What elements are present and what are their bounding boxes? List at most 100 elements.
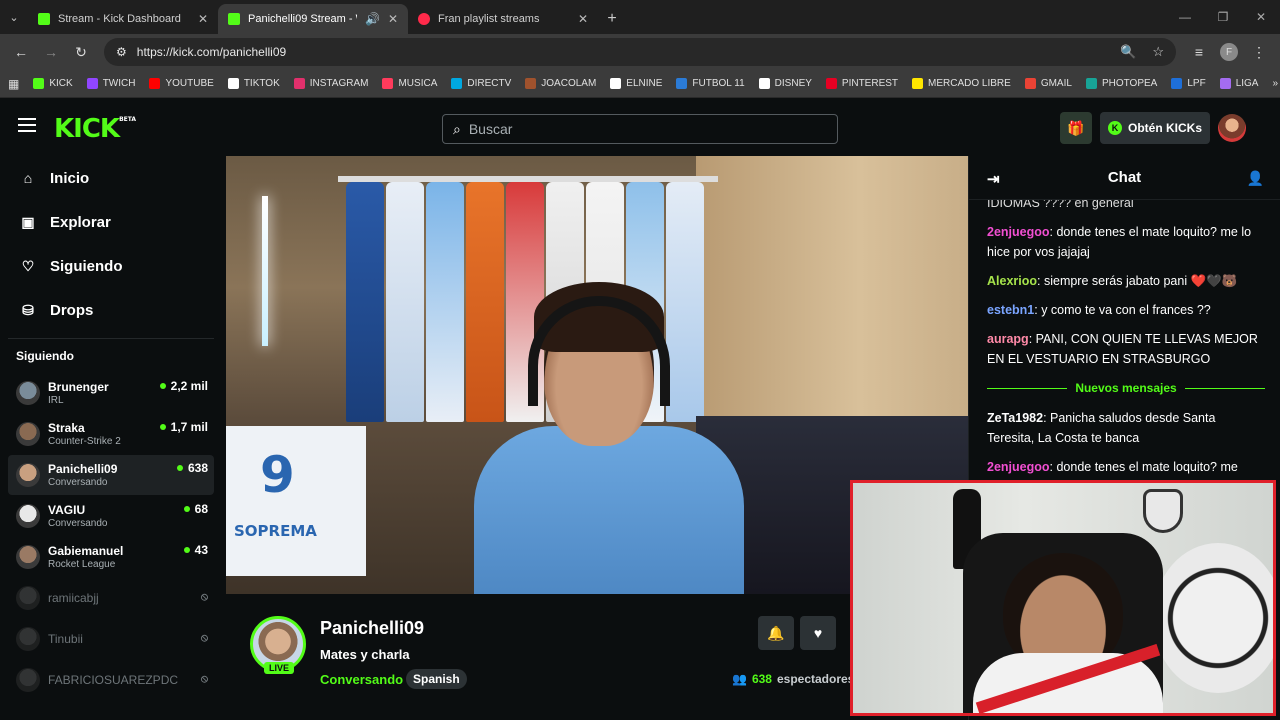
collapse-chat-icon[interactable]: ⇥ xyxy=(987,170,1000,188)
close-tab-icon[interactable]: ✕ xyxy=(388,12,398,26)
browser-tab-playlist[interactable]: Fran playlist streams ✕ xyxy=(408,4,598,34)
window-controls: — ❐ ✕ xyxy=(1166,0,1280,34)
bookmark-label: TIKTOK xyxy=(243,78,280,89)
live-badge: LIVE xyxy=(264,662,295,674)
channel-viewers: 1,7 mil xyxy=(159,420,208,434)
sidebar-channel[interactable]: Brunenger IRL 2,2 mil xyxy=(8,373,214,413)
bookmark-item[interactable]: YOUTUBE xyxy=(149,78,214,89)
bookmark-item[interactable]: MERCADO LIBRE xyxy=(912,78,1011,89)
streamer-name[interactable]: Panichelli09 xyxy=(320,618,424,639)
bookmark-favicon-icon xyxy=(293,78,305,89)
browser-tab-bar: ⌄ Stream - Kick Dashboard ✕ Panichelli09… xyxy=(0,0,1280,34)
close-tab-icon[interactable]: ✕ xyxy=(198,12,208,26)
chat-username[interactable]: ZeTa1982 xyxy=(987,411,1043,425)
forward-icon[interactable]: → xyxy=(38,39,64,65)
bookmark-item[interactable]: LIGA xyxy=(1219,78,1258,89)
reload-icon[interactable]: ↻ xyxy=(68,39,94,65)
user-avatar[interactable] xyxy=(1218,114,1246,142)
chat-username[interactable]: 2enjuegoo xyxy=(987,460,1050,474)
youtube-music-favicon-icon xyxy=(418,13,430,25)
bookmark-item[interactable]: FUTBOL 11 xyxy=(676,78,745,89)
bookmark-item[interactable]: JOACOLAM xyxy=(525,78,596,89)
video-jersey xyxy=(346,182,384,422)
browser-menu-icon[interactable]: ⋮ xyxy=(1246,39,1272,65)
url-field[interactable]: ⚙ https://kick.com/panichelli09 🔍 ☆ xyxy=(104,38,1176,66)
bookmark-item[interactable]: DIRECTV xyxy=(451,78,511,89)
channel-viewer-count: 2,2 mil xyxy=(170,379,208,393)
chat-username[interactable]: estebn1 xyxy=(987,303,1034,317)
chat-users-icon[interactable]: 👤 xyxy=(1247,170,1264,187)
search-input[interactable] xyxy=(468,121,827,137)
sidebar-channel[interactable]: Tinubii ⦸ xyxy=(8,619,214,659)
chat-username[interactable]: aurapg xyxy=(987,332,1029,346)
bookmark-item[interactable]: TWICH xyxy=(86,78,135,89)
browser-tab-stream[interactable]: Panichelli09 Stream - Watch 🔊 ✕ xyxy=(218,4,408,34)
get-kicks-button[interactable]: K Obtén KICKs xyxy=(1099,112,1210,144)
tab-search-icon[interactable]: ⌄ xyxy=(0,0,28,34)
channel-name: Gabiemanuel xyxy=(48,543,124,558)
site-info-icon[interactable]: ⚙ xyxy=(116,45,127,59)
apps-grid-icon[interactable]: ▦ xyxy=(8,77,19,91)
sidebar-channel[interactable]: VAGIU Conversando 68 xyxy=(8,496,214,536)
facecam-club-crest xyxy=(1143,489,1183,533)
bookmark-item[interactable]: DISNEY xyxy=(758,78,812,89)
search-bar[interactable]: ⌕ xyxy=(442,114,838,144)
sidebar-channel[interactable]: Panichelli09 Conversando 638 xyxy=(8,455,214,495)
bookmark-favicon-icon xyxy=(912,78,924,89)
bookmark-item[interactable]: LPF xyxy=(1171,78,1206,89)
audio-icon[interactable]: 🔊 xyxy=(365,12,380,26)
close-window-icon[interactable]: ✕ xyxy=(1242,0,1280,34)
bookmark-item[interactable]: ELNINE xyxy=(610,78,662,89)
sidebar-nav-drops[interactable]: ⛁ Drops xyxy=(0,288,222,332)
bookmark-label: PINTEREST xyxy=(841,78,899,89)
new-tab-button[interactable]: + xyxy=(598,4,626,34)
zoom-icon[interactable]: 🔍 xyxy=(1120,44,1136,60)
bookmark-star-icon[interactable]: ☆ xyxy=(1152,44,1164,60)
chat-username[interactable]: 2enjuegoo xyxy=(987,225,1050,239)
channel-avatar xyxy=(16,463,40,487)
hamburger-menu-icon[interactable] xyxy=(18,118,36,136)
sidebar-channel[interactable]: FABRICIOSUAREZPDC ⦸ xyxy=(8,660,214,700)
minimize-icon[interactable]: — xyxy=(1166,0,1204,34)
bookmark-item[interactable]: GMAIL xyxy=(1024,78,1072,89)
sidebar-nav-siguiendo[interactable]: ♡ Siguiendo xyxy=(0,244,222,288)
chat-username[interactable]: Alexrioo xyxy=(987,274,1037,288)
stream-language-tag[interactable]: Spanish xyxy=(406,669,467,689)
follow-button[interactable]: ♥ xyxy=(800,616,836,650)
notifications-bell-button[interactable]: 🔔 xyxy=(758,616,794,650)
chat-colon: : xyxy=(1028,332,1036,346)
channel-avatar xyxy=(16,381,40,405)
bookmark-item[interactable]: INSTAGRAM xyxy=(293,78,368,89)
close-tab-icon[interactable]: ✕ xyxy=(578,12,588,26)
video-sponsor-text: SOPREMA xyxy=(234,522,317,540)
browser-tab-dashboard[interactable]: Stream - Kick Dashboard ✕ xyxy=(28,4,218,34)
kick-logo[interactable]: KICKBETA xyxy=(54,114,136,144)
bookmark-item[interactable]: TIKTOK xyxy=(227,78,280,89)
profile-avatar[interactable]: F xyxy=(1216,39,1242,65)
sidebar-channel[interactable]: Straka Counter-Strike 2 1,7 mil xyxy=(8,414,214,454)
bell-icon: 🔔 xyxy=(767,624,785,641)
url-text[interactable]: https://kick.com/panichelli09 xyxy=(137,45,286,59)
bookmark-item[interactable]: KICK xyxy=(33,78,73,89)
bookmark-favicon-icon xyxy=(149,78,161,89)
viewer-count-number: 638 xyxy=(751,672,772,686)
media-controls-icon[interactable]: ≡ xyxy=(1186,39,1212,65)
bookmark-label: ELNINE xyxy=(626,78,663,89)
channel-avatar xyxy=(16,627,40,651)
sidebar-channel[interactable]: ramiicabjj ⦸ xyxy=(8,578,214,618)
stream-category[interactable]: Conversando xyxy=(320,672,403,687)
gift-icon[interactable]: 🎁 xyxy=(1059,112,1092,144)
back-icon[interactable]: ← xyxy=(8,39,34,65)
bookmark-item[interactable]: MUSICA xyxy=(382,78,437,89)
bookmark-item[interactable]: PINTEREST xyxy=(825,78,899,89)
more-bookmarks-icon[interactable]: » xyxy=(1272,78,1278,89)
bookmark-item[interactable]: PHOTOPEA xyxy=(1085,78,1157,89)
sidebar-nav-explorar[interactable]: ▣ Explorar xyxy=(0,200,222,244)
new-messages-divider[interactable]: Nuevos mensajes xyxy=(987,378,1266,398)
nav-label: Explorar xyxy=(50,213,111,231)
channel-viewers: 43 xyxy=(183,543,208,557)
sidebar-channel[interactable]: Gabiemanuel Rocket League 43 xyxy=(8,537,214,577)
restore-icon[interactable]: ❐ xyxy=(1204,0,1242,34)
sidebar-nav-inicio[interactable]: ⌂ Inicio xyxy=(0,156,222,200)
channel-name: Straka xyxy=(48,420,85,435)
